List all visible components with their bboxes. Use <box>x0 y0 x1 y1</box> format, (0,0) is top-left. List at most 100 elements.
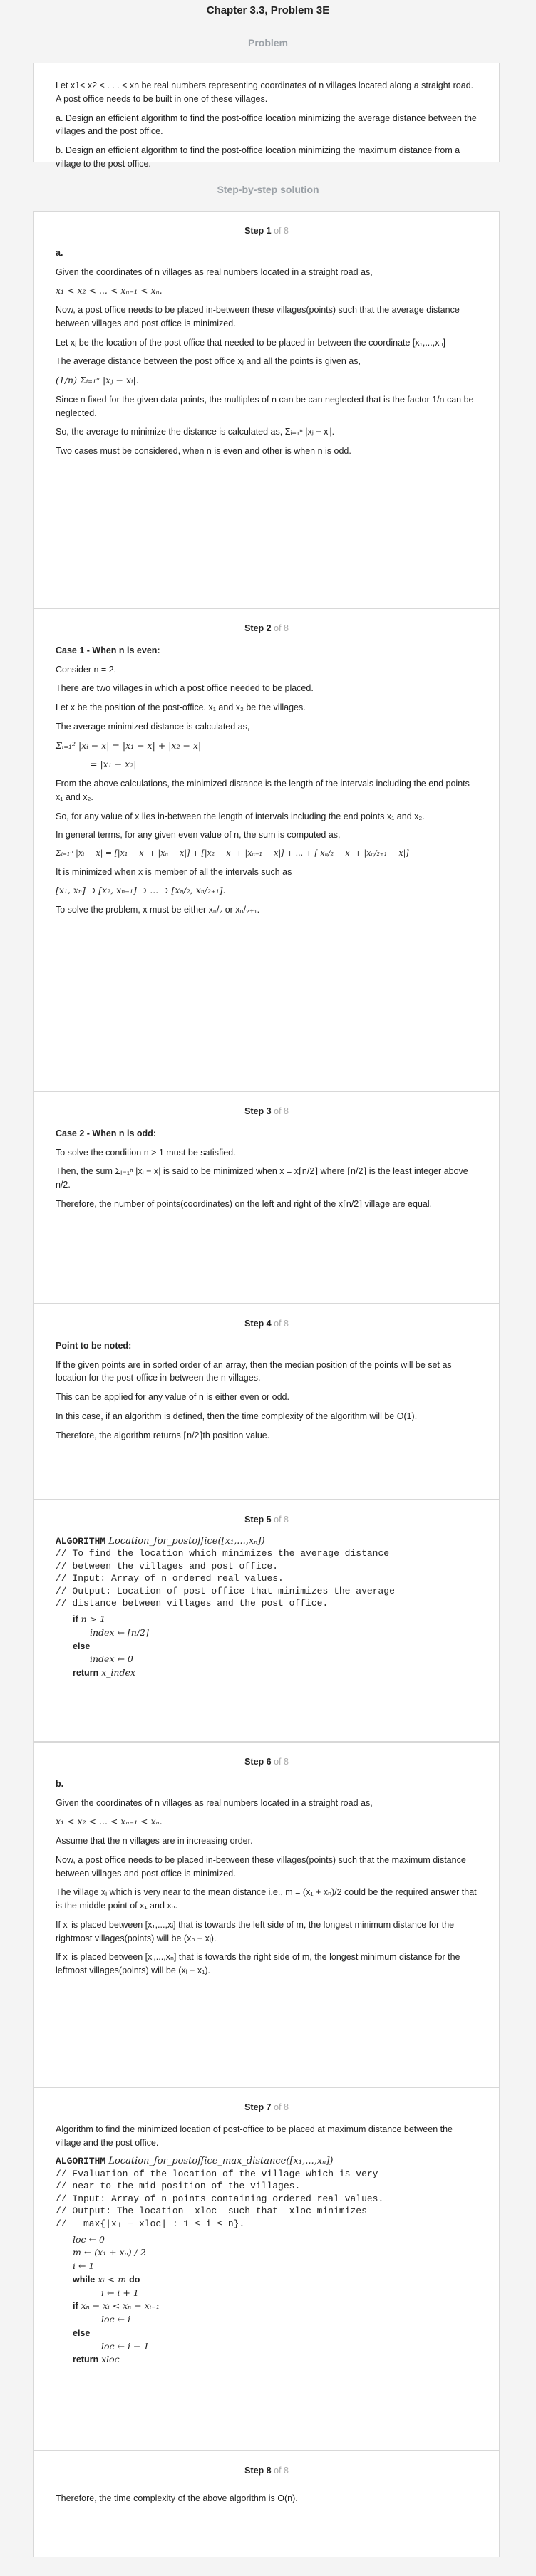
problem-card: Let x1< x2 < . . . < xn be real numbers … <box>34 63 500 169</box>
text: Now, a post office needs to be placed in… <box>56 305 460 328</box>
text: Algorithm to find the minimized location… <box>56 2124 453 2148</box>
step-card-1: Step 1 of 8 a. Given the coordinates of … <box>34 211 500 608</box>
algorithm-block: ALGORITHM Location_for_postoffice([x₁,..… <box>56 1535 478 1680</box>
keyword-else: else <box>73 2327 91 2338</box>
code-comment: // Input: Array of n ordered real values… <box>56 1573 284 1584</box>
step-card-3: Step 3 of 8 Case 2 - When n is odd: To s… <box>34 1091 500 1304</box>
keyword-if: if <box>73 2301 78 2312</box>
text: So, for any value of x lies in-between t… <box>56 811 425 821</box>
text: Now, a post office needs to be placed in… <box>56 1854 466 1879</box>
code-comment: // Output: The location xloc such that x… <box>56 2206 367 2217</box>
code-comment: // Evaluation of the location of the vil… <box>56 2168 378 2179</box>
keyword-while: while <box>73 2274 96 2285</box>
text: It is minimized when x is member of all … <box>56 866 292 877</box>
text: Therefore, the algorithm returns ⌈n/2⌉th… <box>56 1430 270 1440</box>
step-card-5: Step 5 of 8 ALGORITHM Location_for_posto… <box>34 1500 500 1742</box>
text: Let x be the position of the post-office… <box>56 702 306 712</box>
text: Given the coordinates of n villages as r… <box>56 266 373 277</box>
code-line: i ← 1 <box>73 2260 95 2272</box>
text: Two cases must be considered, when n is … <box>56 446 351 456</box>
step-title: Step 8 of 8 <box>244 2466 289 2476</box>
step-card-7: Step 7 of 8 Algorithm to find the minimi… <box>34 2087 500 2451</box>
keyword-if: if <box>73 1614 78 1625</box>
text: In general terms, for any given even val… <box>56 830 341 841</box>
code-line: loc ← i − 1 <box>101 2340 150 2352</box>
text: To solve the problem, x must be either x… <box>56 905 260 915</box>
code-line: index ← 0 <box>90 1653 133 1665</box>
step-title: Step 3 of 8 <box>244 1106 289 1116</box>
step-card-6: Step 6 of 8 b. Given the coordinates of … <box>34 1742 500 2087</box>
text: Let xⱼ be the location of the post offic… <box>56 337 445 348</box>
step-title: Step 2 of 8 <box>244 623 289 633</box>
step-title: Step 6 of 8 <box>244 1757 289 1767</box>
algorithm-signature: Location_for_postoffice([x₁,...,xₙ]) <box>105 1535 265 1547</box>
text: To solve the condition n > 1 must be sat… <box>56 1147 236 1158</box>
equation: Σᵢ₌₁ⁿ |xᵢ − x| = [|x₁ − x| + |xₙ − x|] +… <box>56 848 409 858</box>
algorithm-block: ALGORITHM Location_for_postoffice_max_di… <box>56 2155 478 2367</box>
text: In this case, if an algorithm is defined… <box>56 1411 418 1421</box>
code-line: n > 1 <box>78 1614 106 1625</box>
step-title: Step 5 of 8 <box>244 1515 289 1525</box>
step-card-8: Step 8 of 8 Therefore, the time complexi… <box>34 2451 500 2557</box>
text: The average minimized distance is calcul… <box>56 721 250 732</box>
keyword-else: else <box>73 1641 91 1651</box>
text: This can be applied for any value of n i… <box>56 1392 289 1402</box>
code-comment: // Input: Array of n points containing o… <box>56 2193 384 2204</box>
code-line: index ← ⌈n/2⌉ <box>90 1626 149 1638</box>
text: If the given points are in sorted order … <box>56 1359 452 1383</box>
code-line: xᵢ < m <box>95 2273 130 2285</box>
text: The village xᵢ which is very near to the… <box>56 1887 477 1911</box>
keyword-do: do <box>129 2274 140 2285</box>
equation: (1/n) Σᵢ₌₁ⁿ |xⱼ − xᵢ|. <box>56 375 139 385</box>
problem-part-a: a. Design an efficient algorithm to find… <box>56 113 477 137</box>
text: Assume that the n villages are in increa… <box>56 1836 253 1846</box>
equation: x₁ < x₂ < ... < xₙ₋₁ < xₙ. <box>56 285 163 296</box>
code-line: i ← i + 1 <box>101 2287 139 2298</box>
code-line: loc ← 0 <box>73 2233 105 2245</box>
algorithm-keyword: ALGORITHM <box>56 2156 106 2167</box>
note-heading: Point to be noted: <box>56 1340 132 1351</box>
equation: Σᵢ₌₁² |xᵢ − x| = |x₁ − x| + |x₂ − x| <box>56 739 202 751</box>
code-comment: // between the villages and post office. <box>56 1560 279 1572</box>
equation: = |x₁ − x₂| <box>90 759 137 770</box>
chapter-title: Chapter 3.3, Problem 3E <box>206 4 330 16</box>
text: Since n fixed for the given data points,… <box>56 394 474 418</box>
text: If xᵢ is placed between [xᵢ,...,xₙ] that… <box>56 1952 460 1975</box>
solution-heading: Step-by-step solution <box>217 184 319 195</box>
text: There are two villages in which a post o… <box>56 683 314 694</box>
code-comment: // distance between villages and the pos… <box>56 1598 329 1609</box>
keyword-return: return <box>73 1668 99 1678</box>
case-heading: Case 2 - When n is odd: <box>56 1128 156 1138</box>
keyword-return: return <box>73 2354 99 2365</box>
code-line: xₙ − xᵢ < xₙ − xᵢ₋₁ <box>78 2300 160 2312</box>
text: Consider n = 2. <box>56 664 117 675</box>
code-comment: // Output: Location of post office that … <box>56 1585 395 1596</box>
code-line: x_index <box>98 1667 135 1678</box>
text: Therefore, the number of points(coordina… <box>56 1198 433 1209</box>
solution-page: Chapter 3.3, Problem 3E Problem Let x1< … <box>0 0 536 2576</box>
text: From the above calculations, the minimiz… <box>56 779 470 802</box>
part-label: b. <box>56 1778 64 1789</box>
text: If xᵢ is placed between [x₁,...,xᵢ] that… <box>56 1919 455 1943</box>
text: Then, the sum Σⱼ₌₁ⁿ |xⱼ − x| is said to … <box>56 1166 468 1190</box>
code-comment: // near to the mid position of the villa… <box>56 2181 301 2192</box>
text: The average distance between the post of… <box>56 356 361 367</box>
equation: [x₁, xₙ] ⊃ [x₂, xₙ₋₁] ⊃ ... ⊃ [xₙ/₂, xₙ/… <box>56 885 226 896</box>
code-line: m ← (x₁ + xₙ) / 2 <box>73 2247 146 2258</box>
text: Therefore, the time complexity of the ab… <box>56 2493 298 2503</box>
step-title: Step 4 of 8 <box>244 1319 289 1329</box>
step-title: Step 1 of 8 <box>244 226 289 236</box>
code-comment: // max{|xᵢ − xloc| : 1 ≤ i ≤ n}. <box>56 2218 245 2229</box>
text: Given the coordinates of n villages as r… <box>56 1797 373 1808</box>
equation: x₁ < x₂ < ... < xₙ₋₁ < xₙ. <box>56 1816 163 1827</box>
text: So, the average to minimize the distance… <box>56 427 335 437</box>
step-card-2: Step 2 of 8 Case 1 - When n is even: Con… <box>34 608 500 1091</box>
part-label: a. <box>56 247 63 258</box>
code-line: loc ← i <box>101 2314 130 2325</box>
code-comment: // To find the location which minimizes … <box>56 1548 390 1559</box>
code-line: xloc <box>98 2354 120 2365</box>
algorithm-keyword: ALGORITHM <box>56 1535 106 1547</box>
problem-part-b: b. Design an efficient algorithm to find… <box>56 145 460 169</box>
case-heading: Case 1 - When n is even: <box>56 645 160 655</box>
step-card-4: Step 4 of 8 Point to be noted: If the gi… <box>34 1304 500 1500</box>
